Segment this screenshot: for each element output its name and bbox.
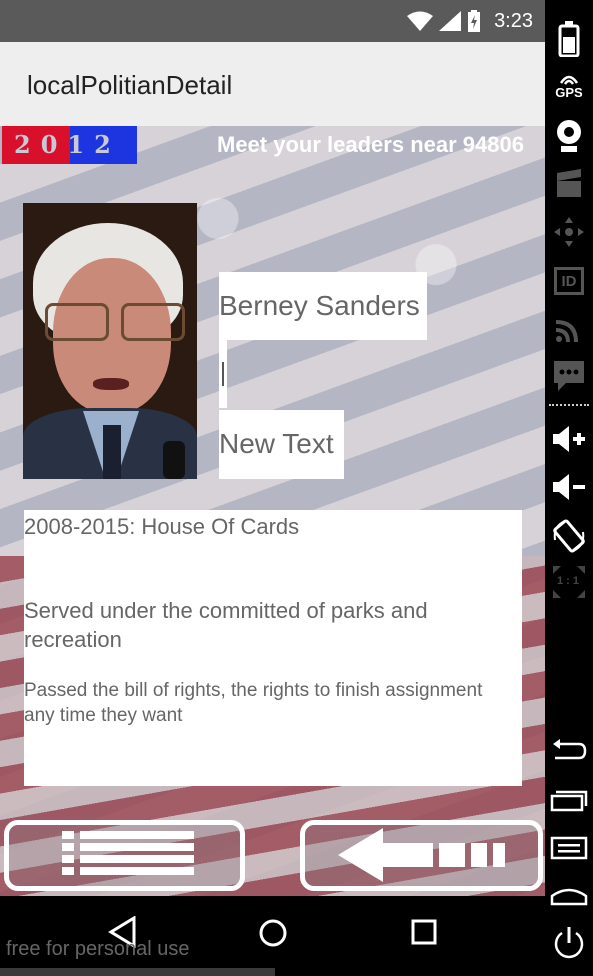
home-icon[interactable] — [545, 878, 593, 914]
watermark-text: free for personal use — [6, 938, 190, 960]
menu-icon[interactable] — [545, 830, 593, 866]
app-title: localPolitianDetail — [27, 70, 233, 100]
meet-leaders-heading: Meet your leaders near 94806 — [217, 132, 524, 157]
back-button[interactable] — [300, 820, 543, 891]
politician-photo — [23, 203, 197, 479]
message-icon[interactable] — [545, 356, 593, 396]
volume-down-icon[interactable] — [545, 468, 593, 506]
status-bar: 3:23 — [0, 0, 545, 42]
term-text: 2008-2015: House Of Cards — [24, 514, 300, 539]
scale-label: 1 : 1 — [557, 575, 580, 587]
device-screen: 3:23 localPolitianDetail 2012 Meet your … — [0, 0, 545, 976]
dpad-icon[interactable] — [545, 212, 593, 252]
clapper-icon[interactable] — [545, 166, 593, 202]
scale-icon[interactable]: 1 : 1 — [545, 562, 593, 602]
volume-up-icon[interactable] — [545, 420, 593, 458]
recent-apps-icon[interactable] — [545, 782, 593, 818]
list-button[interactable] — [4, 820, 245, 891]
app-bar: localPolitianDetail — [0, 42, 545, 126]
battery-icon[interactable] — [545, 20, 593, 58]
list-icon — [62, 831, 194, 875]
politician-name: Berney Sanders — [219, 272, 427, 340]
nav-home-icon[interactable] — [258, 918, 288, 948]
gps-label: GPS — [555, 84, 583, 100]
year-badge-text: 2012 — [14, 130, 121, 159]
year-badge: 2012 — [2, 126, 137, 164]
back-icon[interactable] — [545, 732, 593, 768]
wifi-icon — [407, 11, 433, 31]
politician-details-panel: 2008-2015: House Of Cards Served under t… — [24, 510, 522, 786]
politician-name-text: Berney Sanders — [219, 290, 420, 321]
back-arrow-icon — [338, 828, 505, 882]
service-text: Served under the committed of parks and … — [24, 598, 428, 652]
status-time: 3:23 — [494, 10, 533, 32]
status-icons — [407, 10, 481, 32]
battery-charging-icon — [468, 10, 480, 32]
power-icon[interactable] — [545, 922, 593, 966]
id-label: ID — [561, 272, 577, 290]
rotate-icon[interactable] — [545, 516, 593, 556]
id-icon[interactable]: ID — [545, 262, 593, 300]
bottom-strip — [0, 968, 275, 976]
secondary-text: New Text — [219, 428, 334, 459]
signal-icon — [439, 11, 461, 31]
empty-text-field — [219, 340, 227, 408]
bill-text: Passed the bill of rights, the rights to… — [24, 680, 483, 726]
rss-icon[interactable] — [545, 310, 593, 348]
sidebar-separator — [549, 404, 589, 406]
gps-icon[interactable]: GPS — [545, 68, 593, 104]
emulator-sidebar: GPS ID 1 : 1 — [545, 0, 593, 976]
politician-secondary-text: New Text — [219, 410, 344, 479]
content-area: 2012 Meet your leaders near 94806 Berney… — [0, 126, 545, 896]
camera-icon[interactable] — [545, 116, 593, 156]
nav-recents-icon[interactable] — [410, 918, 438, 946]
